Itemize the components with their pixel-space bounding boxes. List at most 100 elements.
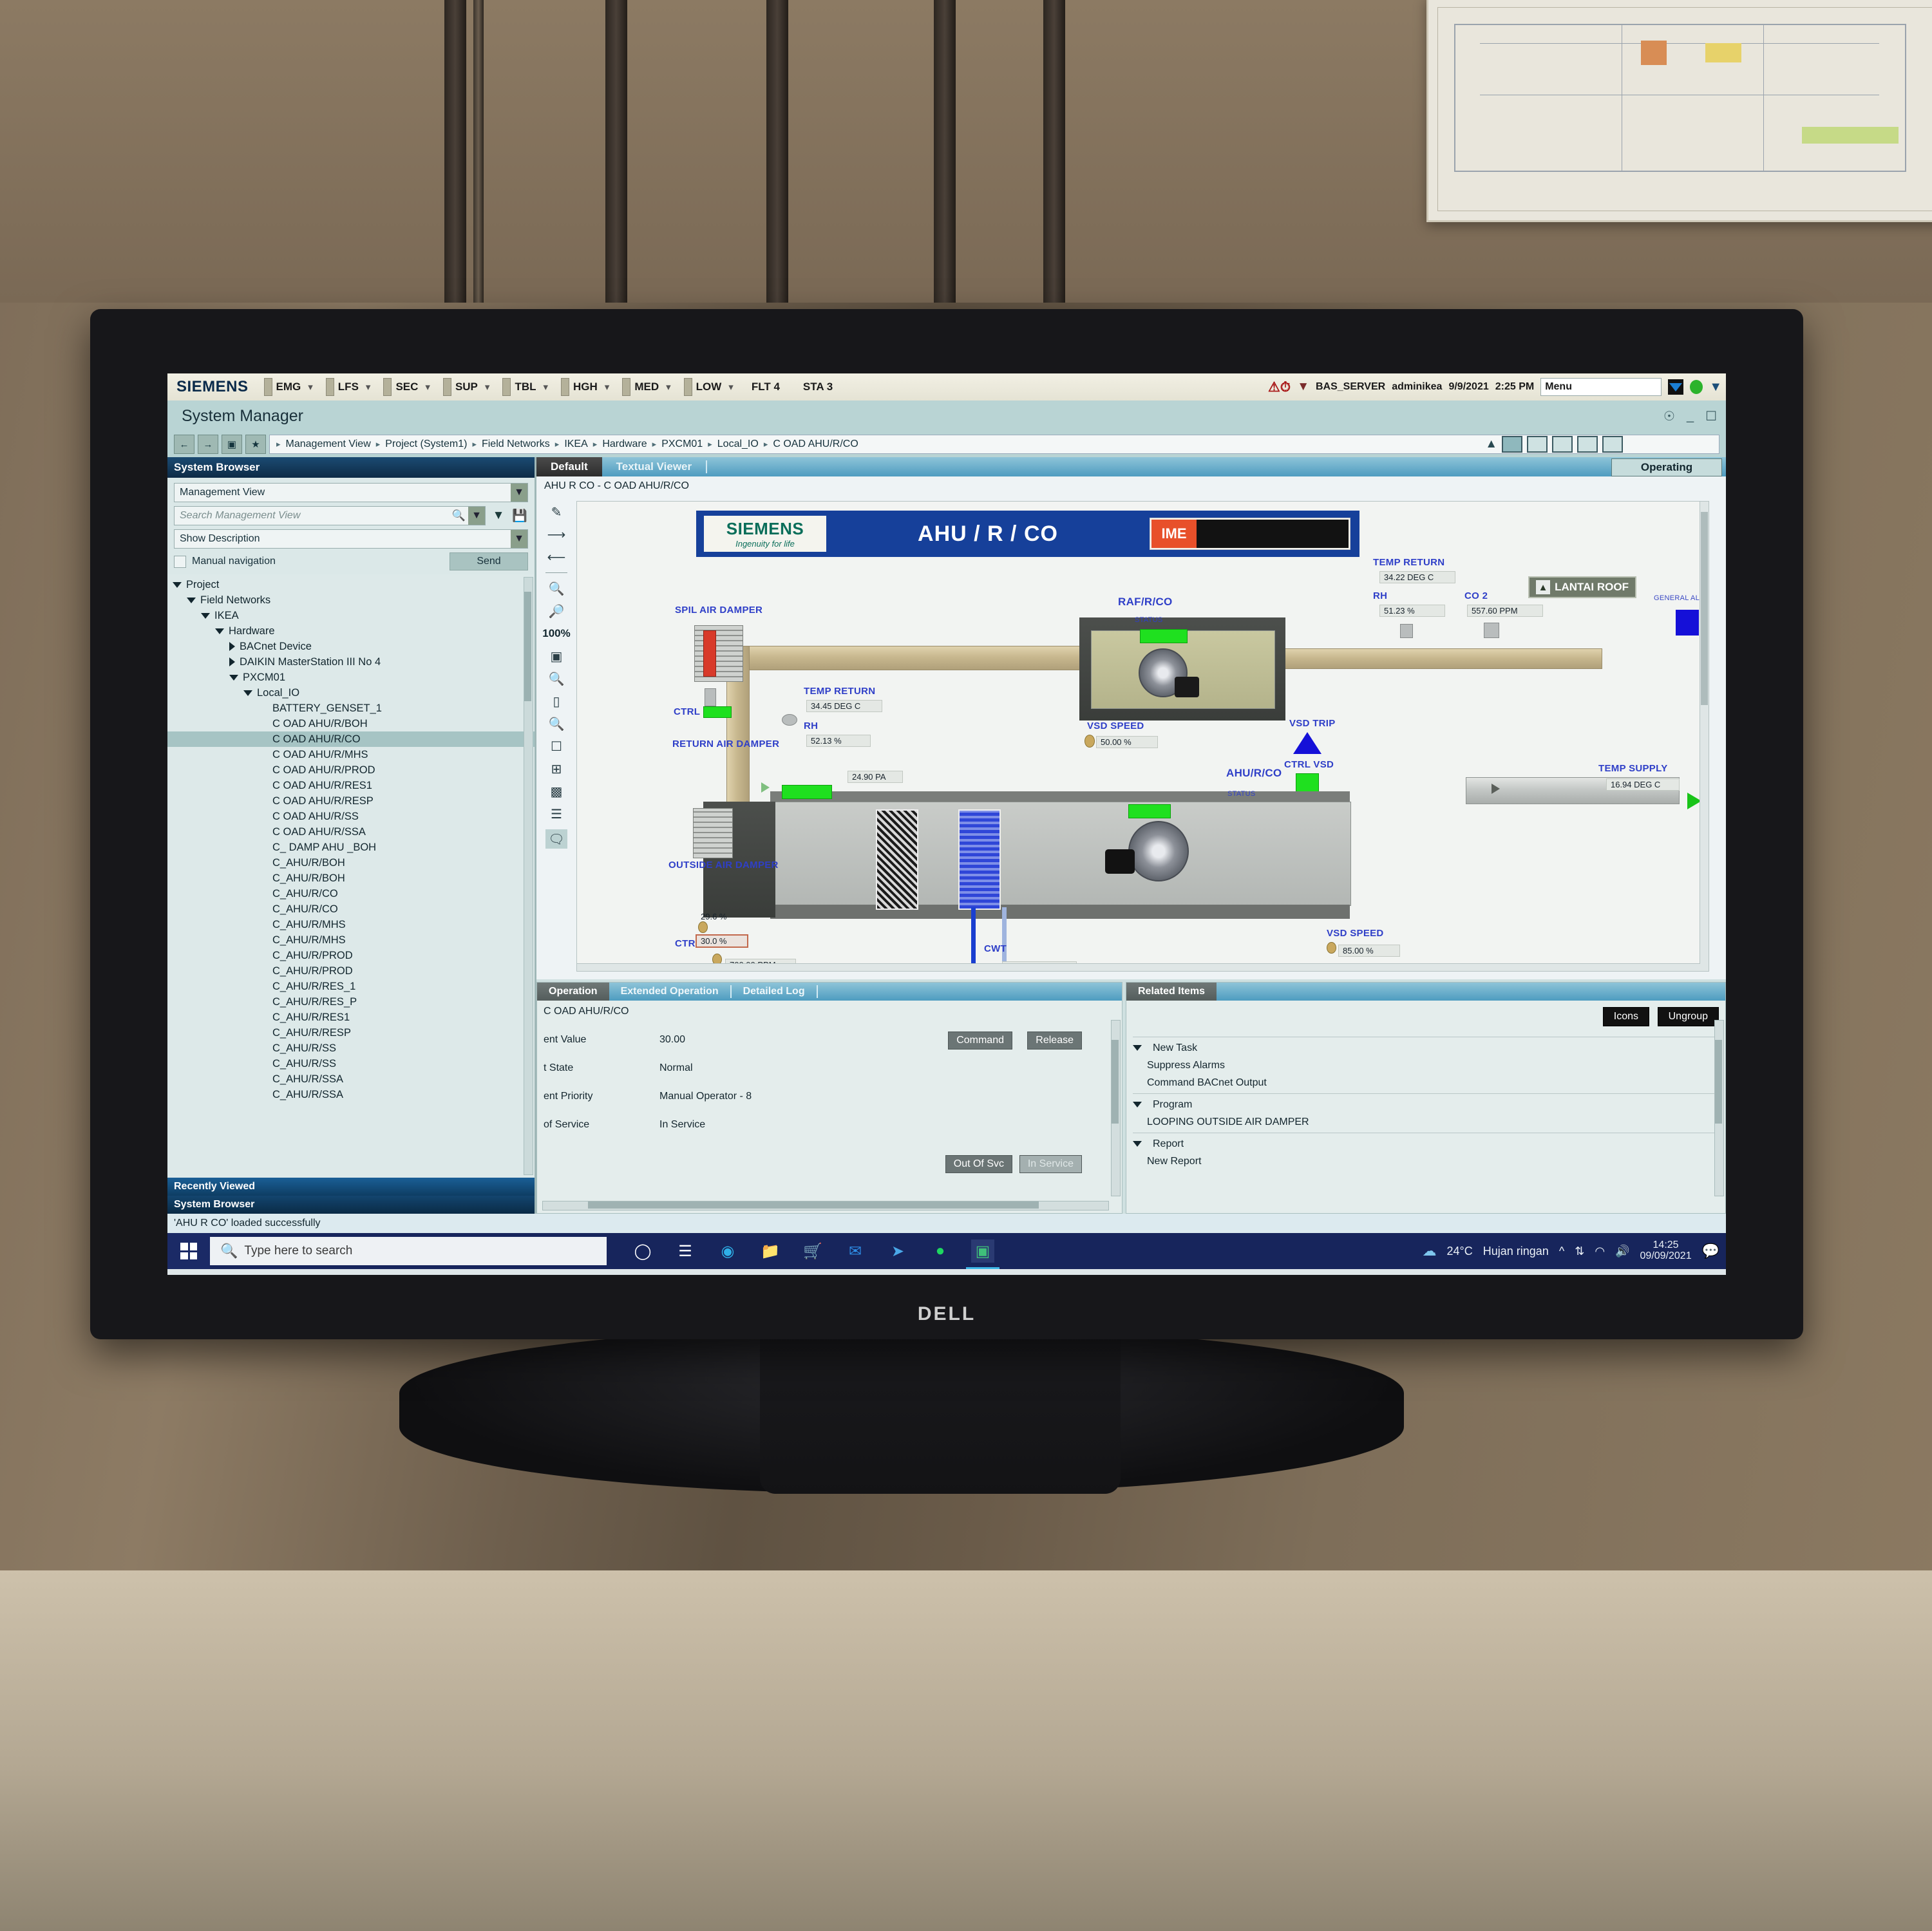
- canvas-hscrollbar[interactable]: [577, 963, 1700, 971]
- temp-return-top-value[interactable]: 34.22 DEG C: [1379, 571, 1455, 583]
- tree-node[interactable]: C OAD AHU/R/MHS: [167, 747, 535, 762]
- related-group-new-task[interactable]: New Task: [1133, 1039, 1719, 1057]
- chevron-down-icon[interactable]: [1133, 1141, 1142, 1147]
- tree-node[interactable]: C OAD AHU/R/RES1: [167, 778, 535, 793]
- layout-left-button[interactable]: [1527, 436, 1548, 453]
- graphic-canvas[interactable]: SIEMENS Ingenuity for life AHU / R / CO …: [576, 501, 1709, 972]
- volume-icon[interactable]: 🔊: [1615, 1245, 1629, 1258]
- tree-node[interactable]: PXCM01: [167, 670, 535, 685]
- layout-single-button[interactable]: [1602, 436, 1623, 453]
- operation-hscrollbar[interactable]: [542, 1201, 1109, 1210]
- tree-node[interactable]: C_AHU/R/MHS: [167, 932, 535, 948]
- tray-expand-icon[interactable]: ^: [1559, 1245, 1564, 1258]
- collapse-icon[interactable]: ▲: [1485, 437, 1497, 451]
- canvas-vscrollbar[interactable]: [1700, 502, 1709, 971]
- ahu-inlet-status[interactable]: [782, 785, 832, 799]
- ahu-fan-status-indicator[interactable]: [1128, 804, 1171, 818]
- system-browser-footer[interactable]: System Browser: [167, 1196, 535, 1214]
- chevron-down-icon[interactable]: [1133, 1045, 1142, 1051]
- file-explorer-icon[interactable]: 📁: [759, 1239, 782, 1263]
- back-button[interactable]: ←: [174, 435, 194, 454]
- field-value[interactable]: 30.00: [659, 1034, 685, 1046]
- help-icon[interactable]: ☉: [1663, 408, 1675, 424]
- related-group-program[interactable]: Program: [1133, 1096, 1719, 1113]
- related-item-command-bacnet-output[interactable]: Command BACnet Output: [1133, 1074, 1719, 1091]
- forward-button[interactable]: →: [198, 435, 218, 454]
- filter-icon[interactable]: ▼: [1297, 380, 1309, 394]
- wifi-icon[interactable]: ◠: [1595, 1245, 1605, 1258]
- related-group-report[interactable]: Report: [1133, 1135, 1719, 1153]
- start-button[interactable]: [167, 1233, 210, 1269]
- outside-air-damper[interactable]: [693, 808, 733, 858]
- alarm-button-low[interactable]: LOW ▾: [677, 377, 740, 397]
- tree-node[interactable]: C OAD AHU/R/RESP: [167, 793, 535, 809]
- layout-icon[interactable]: ▩: [551, 784, 563, 799]
- tree-node[interactable]: C_AHU/R/PROD: [167, 963, 535, 979]
- chevron-right-icon[interactable]: [229, 642, 235, 651]
- damper-ctrl-value[interactable]: 30.0 %: [696, 934, 748, 948]
- lantai-roof-button[interactable]: ▲ LANTAI ROOF: [1528, 576, 1636, 598]
- chevron-down-icon[interactable]: [215, 628, 224, 634]
- chevron-down-icon[interactable]: [229, 674, 238, 681]
- ahu-vsd-speed-value[interactable]: 85.00 %: [1338, 945, 1400, 957]
- tab-textual-viewer[interactable]: Textual Viewer: [602, 457, 706, 476]
- cortana-icon[interactable]: ◯: [631, 1239, 654, 1263]
- tree-node[interactable]: Hardware: [167, 623, 535, 639]
- chevron-down-icon[interactable]: [173, 581, 182, 588]
- taskbar-clock[interactable]: 14:25 09/09/2021: [1640, 1239, 1692, 1262]
- bluetooth-icon[interactable]: ⇅: [1575, 1245, 1584, 1258]
- spil-damper-ctrl-status[interactable]: [703, 706, 732, 718]
- raf-vsd-trip-indicator[interactable]: [1293, 732, 1321, 754]
- manual-navigation-checkbox[interactable]: [174, 555, 186, 568]
- spil-air-damper[interactable]: [694, 625, 743, 682]
- chevron-down-icon[interactable]: ▼: [511, 530, 527, 548]
- add-panel-icon[interactable]: ⊞: [551, 762, 562, 777]
- field-value[interactable]: In Service: [659, 1119, 705, 1131]
- annotate-icon[interactable]: 🗨: [545, 829, 567, 849]
- chevron-down-icon[interactable]: [243, 690, 252, 696]
- view-select[interactable]: Management View ▼: [174, 483, 528, 502]
- tree-node[interactable]: Local_IO: [167, 685, 535, 701]
- release-button[interactable]: Release: [1027, 1031, 1082, 1050]
- taskbar-search-input[interactable]: 🔍 Type here to search: [210, 1237, 607, 1265]
- send-button[interactable]: Send: [450, 552, 528, 570]
- zoom-in-icon[interactable]: 🔍: [549, 581, 565, 596]
- tree-node[interactable]: C_AHU/R/PROD: [167, 948, 535, 963]
- tree-scrollbar[interactable]: [524, 577, 533, 1175]
- tree-scroll-thumb[interactable]: [524, 592, 531, 701]
- task-view-icon[interactable]: ☰: [674, 1239, 697, 1263]
- fit-page-icon[interactable]: ☐: [551, 739, 562, 754]
- tree-node[interactable]: C_AHU/R/SS: [167, 1041, 535, 1056]
- command-button[interactable]: Command: [948, 1031, 1012, 1050]
- tab-default[interactable]: Default: [536, 457, 602, 476]
- undo-icon[interactable]: ⟵: [547, 550, 566, 565]
- co2-top-value[interactable]: 557.60 PPM: [1467, 605, 1543, 617]
- in-service-button[interactable]: In Service: [1019, 1155, 1082, 1173]
- icons-button[interactable]: Icons: [1602, 1007, 1649, 1026]
- tree-node[interactable]: Project: [167, 577, 535, 592]
- related-item-suppress-alarms[interactable]: Suppress Alarms: [1133, 1057, 1719, 1074]
- pan-icon[interactable]: 🔍: [549, 672, 565, 686]
- list-icon[interactable]: ☰: [551, 807, 562, 822]
- out-of-service-button[interactable]: Out Of Svc: [945, 1155, 1012, 1173]
- layout-right-button[interactable]: [1552, 436, 1573, 453]
- rh-top-value[interactable]: 51.23 %: [1379, 605, 1445, 617]
- alarm-bell-icon[interactable]: ⚠⏱: [1268, 379, 1291, 395]
- alarm-button-hgh[interactable]: HGH ▾: [554, 377, 616, 397]
- minimize-icon[interactable]: _: [1687, 409, 1694, 424]
- desigo-cc-icon[interactable]: ▣: [966, 1239, 999, 1269]
- field-value[interactable]: Normal: [659, 1062, 693, 1074]
- search-input[interactable]: Search Management View 🔍 ▼: [174, 506, 486, 525]
- alarm-button-sup[interactable]: SUP ▾: [437, 377, 497, 397]
- pen-tool-icon[interactable]: ✎: [551, 505, 562, 520]
- related-item-new-report[interactable]: New Report: [1133, 1153, 1719, 1170]
- microsoft-store-icon[interactable]: 🛒: [801, 1239, 824, 1263]
- tree-node[interactable]: C_AHU/R/SSA: [167, 1071, 535, 1087]
- tree-node[interactable]: BACnet Device: [167, 639, 535, 654]
- related-item-looping-outside-air-damper[interactable]: LOOPING OUTSIDE AIR DAMPER: [1133, 1113, 1719, 1131]
- tree-node[interactable]: C_AHU/R/SS: [167, 1056, 535, 1071]
- tree-node[interactable]: C_AHU/R/BOH: [167, 871, 535, 886]
- tree-node[interactable]: C_ DAMP AHU _BOH: [167, 840, 535, 855]
- mail-icon[interactable]: ✉: [844, 1239, 867, 1263]
- tree-node[interactable]: C OAD AHU/R/PROD: [167, 762, 535, 778]
